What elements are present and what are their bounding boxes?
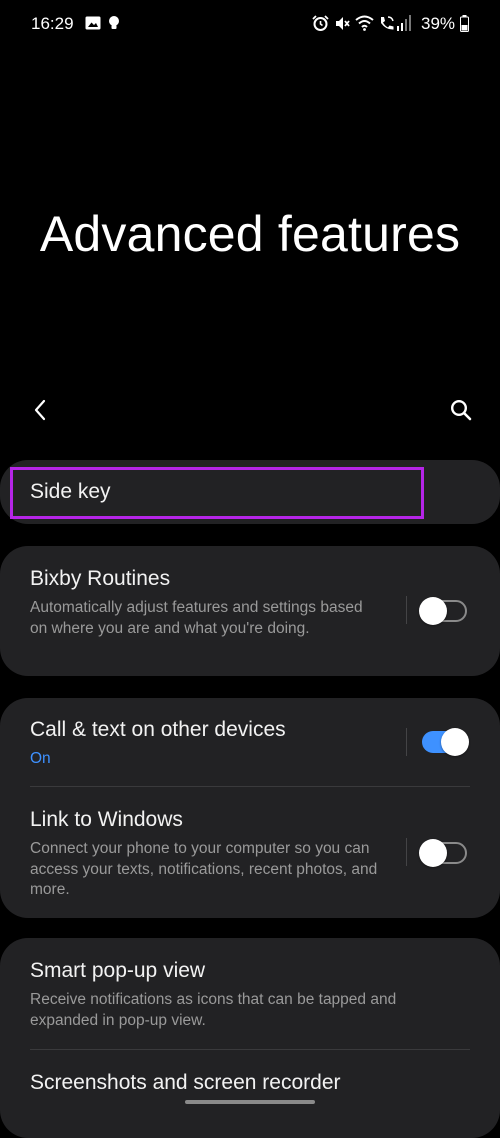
call-text-toggle[interactable] xyxy=(422,728,469,756)
link-windows-toggle[interactable] xyxy=(419,839,467,867)
battery-percent: 39% xyxy=(421,14,456,33)
screenshots-title: Screenshots and screen recorder xyxy=(30,1071,341,1094)
image-icon xyxy=(85,14,101,32)
wifi-calling-icon xyxy=(378,14,396,32)
bixby-routines-card[interactable]: Bixby Routines Automatically adjust feat… xyxy=(0,546,500,676)
divider xyxy=(406,838,407,866)
search-icon[interactable] xyxy=(446,395,476,425)
call-text-row[interactable]: Call & text on other devices On xyxy=(0,698,500,786)
call-text-title: Call & text on other devices xyxy=(30,718,286,741)
alarm-icon xyxy=(312,14,329,32)
smart-popup-card: Smart pop-up view Receive notifications … xyxy=(0,938,500,1138)
connected-devices-card: Call & text on other devices On Link to … xyxy=(0,698,500,918)
bixby-routines-toggle[interactable] xyxy=(419,597,467,625)
status-time: 16:29 xyxy=(31,14,74,33)
status-bar: 16:29 39% xyxy=(0,0,500,50)
link-windows-title: Link to Windows xyxy=(30,808,183,831)
battery-icon xyxy=(460,14,469,32)
wifi-icon xyxy=(355,14,374,32)
side-key-card[interactable]: Side key xyxy=(0,460,500,524)
call-text-status: On xyxy=(30,750,51,767)
mute-icon xyxy=(334,14,351,32)
smart-popup-description: Receive notifications as icons that can … xyxy=(30,991,397,1029)
bulb-icon xyxy=(108,14,120,32)
bixby-routines-title: Bixby Routines xyxy=(30,567,171,590)
signal-icon xyxy=(397,14,411,32)
smart-popup-title: Smart pop-up view xyxy=(30,959,206,982)
bixby-routines-description: Automatically adjust features and settin… xyxy=(30,599,363,637)
page-title: Advanced features xyxy=(39,206,461,262)
smart-popup-row[interactable]: Smart pop-up view Receive notifications … xyxy=(0,938,500,1049)
link-windows-row[interactable]: Link to Windows Connect your phone to yo… xyxy=(0,787,500,918)
home-indicator xyxy=(185,1100,315,1104)
back-arrow-icon[interactable] xyxy=(26,395,54,425)
side-key-title: Side key xyxy=(30,480,111,503)
link-windows-description: Connect your phone to your computer so y… xyxy=(30,840,378,898)
divider xyxy=(406,728,407,756)
divider xyxy=(406,596,407,624)
